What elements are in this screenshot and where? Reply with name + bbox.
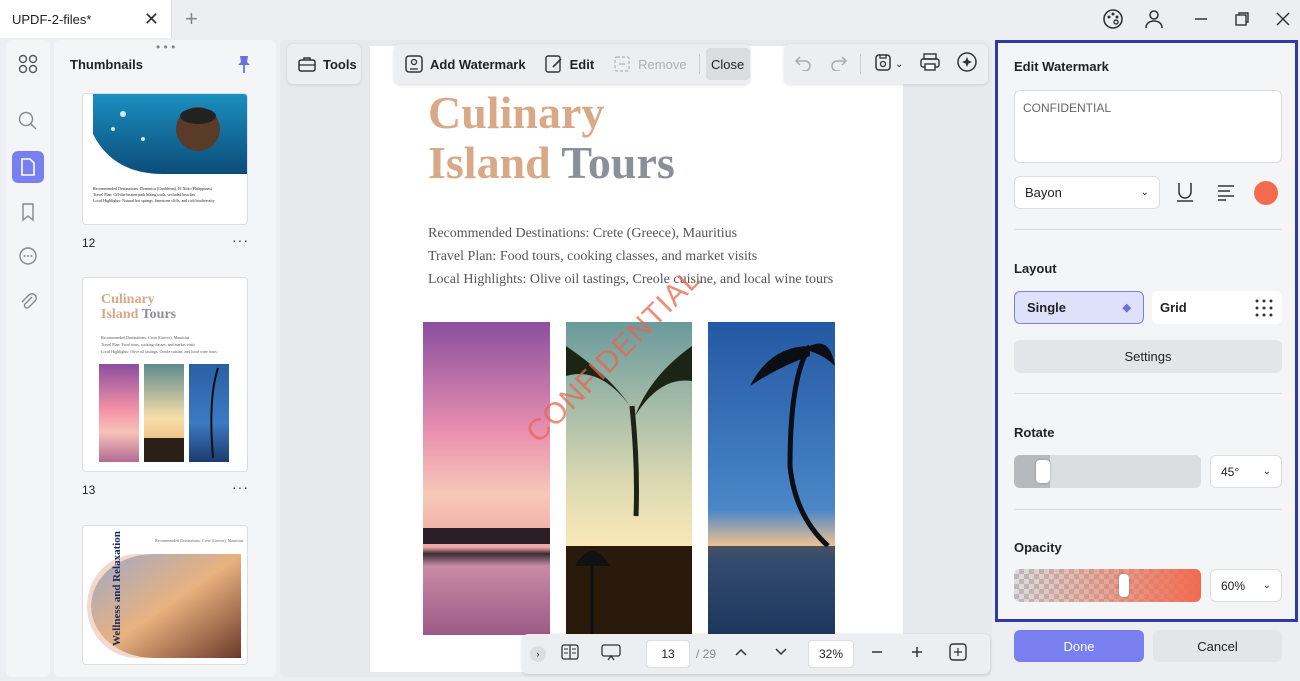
expand-icon[interactable]: ›	[530, 646, 546, 662]
restore-icon[interactable]	[1230, 8, 1254, 30]
single-layout-icon: ◆	[1122, 302, 1131, 314]
page-total: / 29	[696, 647, 717, 661]
watermark-text-input[interactable]: CONFIDENTIAL	[1014, 90, 1282, 163]
page-navigation-bar: › 13 / 29 32%	[522, 634, 990, 674]
remove-icon	[614, 56, 630, 72]
rotate-slider[interactable]	[1014, 455, 1201, 488]
tools-button[interactable]: Tools	[287, 44, 361, 84]
undo-icon[interactable]	[794, 53, 812, 76]
add-watermark-button[interactable]: Add Watermark	[404, 54, 526, 74]
slider-handle[interactable]	[1036, 460, 1050, 483]
color-swatch[interactable]	[1254, 181, 1278, 205]
ai-assistant-icon[interactable]	[955, 50, 979, 79]
grid-label: Grid	[1160, 300, 1187, 315]
page-layout-icon[interactable]	[560, 643, 580, 666]
redo-icon[interactable]	[830, 53, 848, 76]
opacity-select[interactable]: 60% ⌄	[1210, 569, 1282, 602]
edit-watermark-button[interactable]: Edit	[544, 54, 595, 74]
remove-watermark-button[interactable]: Remove	[612, 54, 687, 74]
comment-icon[interactable]	[12, 240, 44, 272]
fit-page-icon[interactable]	[948, 642, 968, 667]
save-dropdown-icon[interactable]: ⌄	[895, 59, 903, 70]
drag-handle[interactable]: • • •	[156, 40, 175, 54]
rotate-label: Rotate	[1014, 425, 1055, 440]
tab-title: UPDF-2-files*	[12, 11, 92, 27]
thumb-line: Local Highlights: Natural hot springs, l…	[93, 198, 215, 203]
settings-button[interactable]: Settings	[1014, 340, 1282, 373]
thumbnail-page-12[interactable]: Recommended Destinations: Dominica (Cari…	[82, 93, 248, 225]
font-value: Bayon	[1025, 185, 1062, 200]
layout-label: Layout	[1014, 261, 1057, 276]
opacity-slider[interactable]	[1014, 569, 1201, 602]
edit-icon	[544, 55, 562, 73]
divider	[1014, 229, 1282, 230]
next-page-icon[interactable]	[774, 645, 788, 663]
chevron-down-icon: ⌄	[1140, 187, 1149, 198]
document-page: Culinary Island Tours Recommended Destin…	[370, 46, 903, 672]
chevron-down-icon: ⌄	[1262, 580, 1271, 591]
new-tab-icon[interactable]: +	[185, 6, 198, 32]
remove-label: Remove	[638, 56, 687, 72]
thumbnails-header: Thumbnails	[70, 57, 143, 72]
save-icon[interactable]	[873, 52, 893, 77]
page-more-icon[interactable]: ···	[232, 232, 249, 248]
add-watermark-label: Add Watermark	[430, 56, 526, 72]
close-button[interactable]: Close	[705, 48, 750, 80]
edit-label: Edit	[569, 56, 595, 72]
font-select[interactable]: Bayon ⌄	[1014, 176, 1160, 209]
previous-page-icon[interactable]	[734, 645, 748, 663]
close-window-icon[interactable]	[1271, 8, 1295, 30]
thumb-side-title: Wellness and Relaxation	[111, 531, 123, 646]
rotate-value: 45°	[1221, 464, 1240, 479]
underline-icon[interactable]	[1175, 181, 1195, 208]
thumbnails-icon[interactable]	[12, 151, 44, 183]
presentation-icon[interactable]	[600, 643, 622, 666]
zoom-level[interactable]: 32%	[808, 640, 855, 668]
tools-label: Tools	[323, 56, 357, 72]
divider	[1014, 393, 1282, 394]
rotate-select[interactable]: 45° ⌄	[1210, 455, 1282, 488]
right-toolbar: ⌄	[784, 44, 988, 84]
done-button[interactable]: Done	[1014, 630, 1144, 662]
add-watermark-icon	[405, 55, 423, 73]
slider-handle[interactable]	[1119, 574, 1129, 597]
print-icon[interactable]	[919, 52, 941, 77]
watermark-toolbar: Add Watermark Edit Remove Close	[394, 44, 750, 84]
opacity-value: 60%	[1221, 578, 1246, 593]
close-tab-icon[interactable]: ✕	[144, 9, 159, 30]
toolbox-icon	[298, 57, 316, 72]
divider	[1014, 509, 1282, 510]
thumbnail-page-14[interactable]: Recommended Destinations: Crete (Greece)…	[82, 525, 248, 665]
opacity-label: Opacity	[1014, 540, 1062, 555]
page-number-label: 13	[82, 483, 96, 497]
panel-title: Edit Watermark	[1014, 59, 1109, 74]
account-icon[interactable]	[1142, 8, 1166, 30]
bookmark-icon[interactable]	[12, 196, 44, 228]
search-icon[interactable]	[12, 105, 44, 137]
zoom-in-icon[interactable]	[910, 645, 924, 664]
palette-icon[interactable]	[1101, 8, 1125, 30]
cancel-button[interactable]: Cancel	[1153, 630, 1282, 662]
page-more-icon[interactable]: ···	[232, 479, 249, 495]
divider	[698, 54, 700, 74]
page-number-input[interactable]: 13	[646, 640, 690, 668]
attachment-icon[interactable]	[12, 285, 44, 317]
layout-grid-option[interactable]: Grid	[1152, 291, 1282, 324]
grid-layout-icon	[1255, 299, 1273, 316]
single-label: Single	[1027, 300, 1067, 315]
align-icon[interactable]	[1216, 183, 1236, 206]
zoom-out-icon[interactable]	[870, 645, 884, 664]
page-number-label: 12	[82, 236, 96, 250]
pin-icon[interactable]	[236, 54, 252, 79]
document-tab[interactable]: UPDF-2-files* ✕	[0, 0, 172, 38]
grid-view-icon[interactable]	[12, 48, 44, 80]
photo-sunset	[423, 322, 550, 635]
chevron-down-icon: ⌄	[1262, 466, 1271, 477]
minimize-icon[interactable]	[1189, 8, 1213, 30]
edit-watermark-panel: Edit Watermark CONFIDENTIAL Bayon ⌄ Layo…	[995, 40, 1298, 622]
layout-single-option[interactable]: Single ◆	[1014, 291, 1144, 324]
thumbnail-page-13[interactable]: Culinary Island Tours Recommended Destin…	[82, 277, 248, 472]
